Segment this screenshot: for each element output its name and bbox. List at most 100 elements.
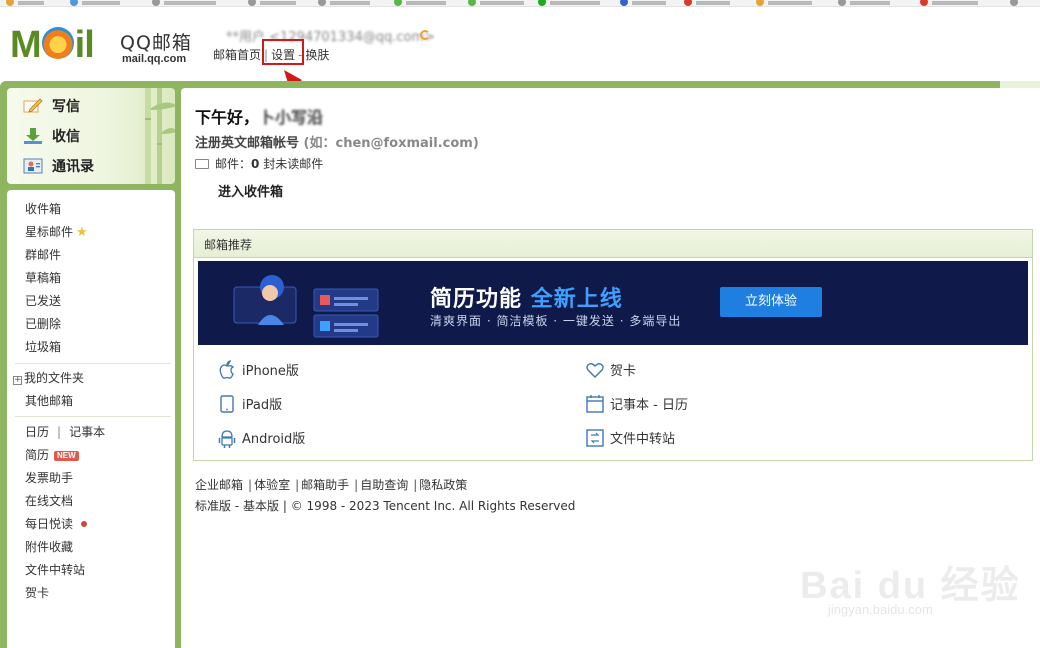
other-mailboxes[interactable]: 其他邮箱 [25,392,73,409]
footer-links: 企业邮箱 | 体验室 | 邮箱助手 | 自助查询 | 隐私政策 [195,478,468,492]
change-skin-link[interactable]: 换肤 [305,48,329,62]
banner-subtitle: 清爽界面 · 简洁模板 · 一键发送 · 多端导出 [430,314,682,328]
divider [15,416,171,417]
quick-actions: 写信 收信 通讯录 [7,88,175,184]
folder-drafts[interactable]: 草稿箱 [25,269,61,286]
vip-icon[interactable] [420,30,430,40]
bamboo-decoration [145,88,175,184]
recommend-panel: 邮箱推荐 简历功能 全新上线 清爽界面 · 简洁模板 · 一键发送 · 多端导出… [193,229,1033,461]
unread-summary: 邮件：0 封未读邮件 [195,155,323,172]
settings-highlight-box [262,39,304,65]
go-to-inbox-link[interactable]: 进入收件箱 [218,181,283,200]
copyright: 标准版 - 基本版 | © 1998 - 2023 Tencent Inc. A… [195,499,576,513]
bookmark-item[interactable] [468,0,524,6]
bookmarks-bar [0,0,1040,7]
bookmark-item[interactable] [394,0,446,6]
receive-label: 收信 [52,129,80,145]
bookmark-item[interactable] [6,0,44,6]
enterprise-mail-link[interactable]: 企业邮箱 [195,478,243,492]
tablet-icon [220,395,234,413]
star-icon: ★ [76,225,88,240]
mail-assistant-link[interactable]: 邮箱助手 [301,478,349,492]
bookmark-item[interactable] [248,0,296,6]
bookmark-item[interactable] [756,0,812,6]
bookmark-item[interactable] [838,0,890,6]
compose-label: 写信 [52,99,80,115]
my-folders[interactable]: + 我的文件夹 [13,369,84,386]
bookmark-item[interactable] [538,0,600,6]
new-badge: NEW [54,451,79,461]
watermark-url: jingyan.baidu.com [828,602,933,617]
resume-banner[interactable]: 简历功能 全新上线 清爽界面 · 简洁模板 · 一键发送 · 多端导出 立刻体验 [198,261,1028,345]
self-service-link[interactable]: 自助查询 [360,478,408,492]
recommend-title: 邮箱推荐 [194,230,1032,258]
bookmark-item[interactable] [70,0,120,6]
android-icon [218,430,236,448]
moil-logo-text: Mil [10,24,95,66]
calendar-icon [586,395,604,413]
pencil-icon [23,98,43,113]
receive-button[interactable]: 收信 [23,126,80,146]
bookmark-item[interactable] [1010,0,1040,6]
calendar-notebook: 日历 | 记事本 [25,425,106,439]
folder-group[interactable]: 群邮件 [25,246,61,263]
bookmark-item[interactable] [920,0,978,6]
notebook-link[interactable]: 记事本 [69,425,105,439]
folder-sent[interactable]: 已发送 [25,292,61,309]
app-notebook-calendar[interactable]: 记事本 - 日历 [586,394,688,414]
resume-illustration [233,275,379,338]
privacy-policy-link[interactable]: 隐私政策 [419,478,467,492]
greeting-card-link[interactable]: 贺卡 [25,584,49,601]
app-ipad[interactable]: iPad版 [218,394,282,414]
divider [15,363,171,364]
try-now-button[interactable]: 立刻体验 [720,287,822,317]
account-name: **用户 <1294701334@qq.com> [226,30,436,45]
online-docs-link[interactable]: 在线文档 [25,492,73,509]
logo-bell-icon [41,27,74,59]
contacts-label: 通讯录 [52,159,94,175]
brand-domain: mail.qq.com [122,53,187,65]
folder-spam[interactable]: 垃圾箱 [25,338,61,355]
mail-header: Mil QQ邮箱 mail.qq.com **用户 <1294701334@qq… [0,8,1040,137]
baidu-watermark: Bai du 经验 jingyan.baidu.com [800,540,1019,630]
daily-read-link[interactable]: 每日悦读 [25,515,88,532]
contacts-button[interactable]: 通讯录 [23,156,94,176]
envelope-icon [195,159,209,169]
unread-count: 0 [251,157,260,171]
expand-icon[interactable]: + [13,376,22,385]
folder-deleted[interactable]: 已删除 [25,315,61,332]
bookmark-item[interactable] [152,0,216,6]
app-android[interactable]: Android版 [218,428,305,448]
unread-dot [81,521,88,527]
greeting: 下午好，卜小写沿 [195,108,324,127]
heart-icon [586,363,604,378]
resume-link[interactable]: 简历 NEW [25,446,79,463]
mailbox-home-link[interactable]: 邮箱首页 [213,48,261,62]
banner-title: 简历功能 全新上线 [430,287,623,312]
invoice-assistant-link[interactable]: 发票助手 [25,469,73,486]
download-icon [24,128,42,144]
standard-version-link[interactable]: 标准版 [195,499,231,513]
folder-inbox[interactable]: 收件箱 [25,200,61,217]
user-nickname: 卜小写沿 [259,108,324,127]
bookmark-item[interactable] [318,0,370,6]
folder-list: 收件箱 星标邮件 ★ 群邮件 草稿箱 已发送 已删除 垃圾箱 + 我的文件夹 其他邮… [7,190,175,648]
register-english-account[interactable]: 注册英文邮箱帐号 (如：chen@foxmail.com) [195,132,479,151]
qq-mail-logo[interactable]: Mil QQ邮箱 mail.qq.com [10,24,210,68]
basic-version-link[interactable]: 基本版 [243,499,279,513]
compose-button[interactable]: 写信 [23,96,80,116]
app-file-transfer[interactable]: 文件中转站 [586,428,675,448]
file-transfer-link[interactable]: 文件中转站 [25,561,85,578]
bookmark-item[interactable] [620,0,666,6]
brand-name: QQ邮箱 [120,32,192,54]
attachments-link[interactable]: 附件收藏 [25,538,73,555]
file-transfer-icon [586,429,604,447]
folder-starred[interactable]: 星标邮件 ★ [25,223,88,240]
app-greeting-card[interactable]: 贺卡 [586,360,636,380]
app-iphone[interactable]: iPhone版 [218,360,299,380]
bookmark-item[interactable] [684,0,730,6]
calendar-link[interactable]: 日历 [25,425,49,439]
watermark-text: Bai du 经验 [800,565,1021,607]
apple-icon [219,360,235,379]
lab-link[interactable]: 体验室 [254,478,290,492]
